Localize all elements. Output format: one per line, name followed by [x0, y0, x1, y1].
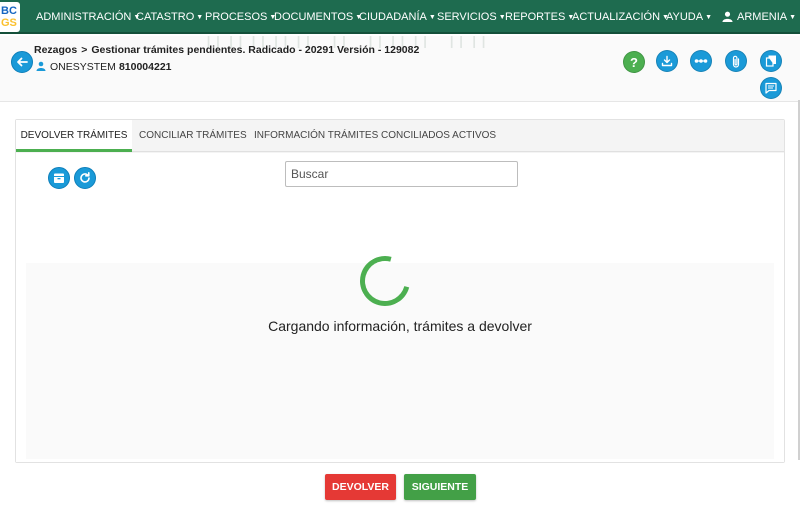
user-menu[interactable]: ARMENIA ▼	[722, 0, 796, 34]
archive-icon	[54, 173, 64, 183]
nav-item-label: SERVICIOS	[437, 11, 497, 23]
download-icon	[661, 55, 673, 67]
tab-panel	[16, 153, 784, 462]
help-icon: ?	[630, 54, 638, 70]
breadcrumb-separator: >	[81, 44, 88, 56]
nav-item-procesos[interactable]: PROCESOS ▼	[205, 0, 276, 34]
flow-button[interactable]	[690, 50, 712, 72]
notes-icon	[765, 82, 777, 94]
nav-item-ayuda[interactable]: AYUDA ▼	[666, 0, 712, 34]
logo-text-bottom: GS	[1, 17, 17, 29]
copy-icon	[765, 55, 776, 67]
notes-button[interactable]	[760, 77, 782, 99]
return-button[interactable]: DEVOLVER	[325, 474, 396, 500]
nav-item-servicios[interactable]: SERVICIOS ▼	[437, 0, 506, 34]
tab-label: CONCILIAR TRÁMITES	[139, 130, 247, 141]
copy-button[interactable]	[760, 50, 782, 72]
tab-label: INFORMACIÓN TRÁMITES CONCILIADOS ACTIVOS	[254, 130, 497, 141]
breadcrumb-current: Gestionar trámites pendientes. Radicado …	[91, 44, 420, 56]
user-name: ARMENIA	[737, 11, 788, 23]
chevron-down-icon: ▼	[428, 14, 436, 21]
nav-item-catastro[interactable]: CATASTRO ▼	[136, 0, 203, 34]
nav-item-documentos[interactable]: DOCUMENTOS ▼	[274, 0, 362, 34]
nav-item-actualizacion[interactable]: ACTUALIZACIÓN ▼	[572, 0, 669, 34]
back-arrow-icon	[17, 57, 28, 67]
nav-item-ciudadania[interactable]: CIUDADANÍA ▼	[359, 0, 436, 34]
loading-message: Cargando información, trámites a devolve…	[268, 318, 532, 334]
attachment-button[interactable]	[725, 50, 747, 72]
person-icon	[36, 61, 46, 71]
chevron-down-icon: ▼	[196, 14, 204, 21]
next-button[interactable]: SIGUIENTE	[404, 474, 476, 500]
nav-item-label: CATASTRO	[136, 11, 195, 23]
tab-tramites-conciliados[interactable]: INFORMACIÓN TRÁMITES CONCILIADOS ACTIVOS	[254, 120, 496, 152]
nav-item-label: ADMINISTRACIÓN	[36, 11, 132, 23]
tab-bar: DEVOLVER TRÁMITES CONCILIAR TRÁMITES INF…	[16, 120, 784, 152]
nav-item-label: DOCUMENTOS	[274, 11, 354, 23]
chevron-down-icon: ▼	[789, 14, 797, 21]
nav-item-label: AYUDA	[666, 11, 704, 23]
user-icon	[722, 11, 733, 22]
nav-item-label: ACTUALIZACIÓN	[572, 11, 661, 23]
breadcrumb-root[interactable]: Rezagos	[34, 44, 77, 56]
tab-label: DEVOLVER TRÁMITES	[20, 130, 128, 141]
archive-button[interactable]	[48, 167, 70, 189]
back-button[interactable]	[11, 51, 33, 73]
search-input[interactable]	[285, 161, 518, 187]
refresh-icon	[80, 172, 90, 183]
flow-icon	[694, 59, 708, 63]
help-button[interactable]: ?	[623, 51, 645, 73]
company-id: 810004221	[118, 61, 172, 73]
tab-devolver-tramites[interactable]: DEVOLVER TRÁMITES	[16, 120, 132, 152]
app-logo[interactable]: BC GS	[0, 2, 20, 32]
chevron-down-icon: ▼	[705, 14, 713, 21]
nav-item-label: PROCESOS	[205, 11, 268, 23]
refresh-button[interactable]	[74, 167, 96, 189]
breadcrumb: Rezagos > Gestionar trámites pendientes. R…	[34, 44, 419, 56]
nav-item-reportes[interactable]: REPORTES ▼	[505, 0, 574, 34]
top-navigation-bar: BC GS ADMINISTRACIÓN ▼ CATASTRO ▼ PROCESOS…	[0, 0, 800, 34]
attachment-icon	[732, 55, 740, 68]
logo-text-top: BC	[1, 5, 17, 17]
nav-item-label: REPORTES	[505, 11, 566, 23]
company-info: ONESYSTEM 810004221	[36, 60, 172, 73]
download-button[interactable]	[656, 50, 678, 72]
company-name: ONESYSTEM	[50, 61, 116, 73]
nav-item-label: CIUDADANÍA	[359, 11, 427, 23]
tab-conciliar-tramites[interactable]: CONCILIAR TRÁMITES	[139, 120, 247, 152]
nav-item-administracion[interactable]: ADMINISTRACIÓN ▼	[36, 0, 140, 34]
